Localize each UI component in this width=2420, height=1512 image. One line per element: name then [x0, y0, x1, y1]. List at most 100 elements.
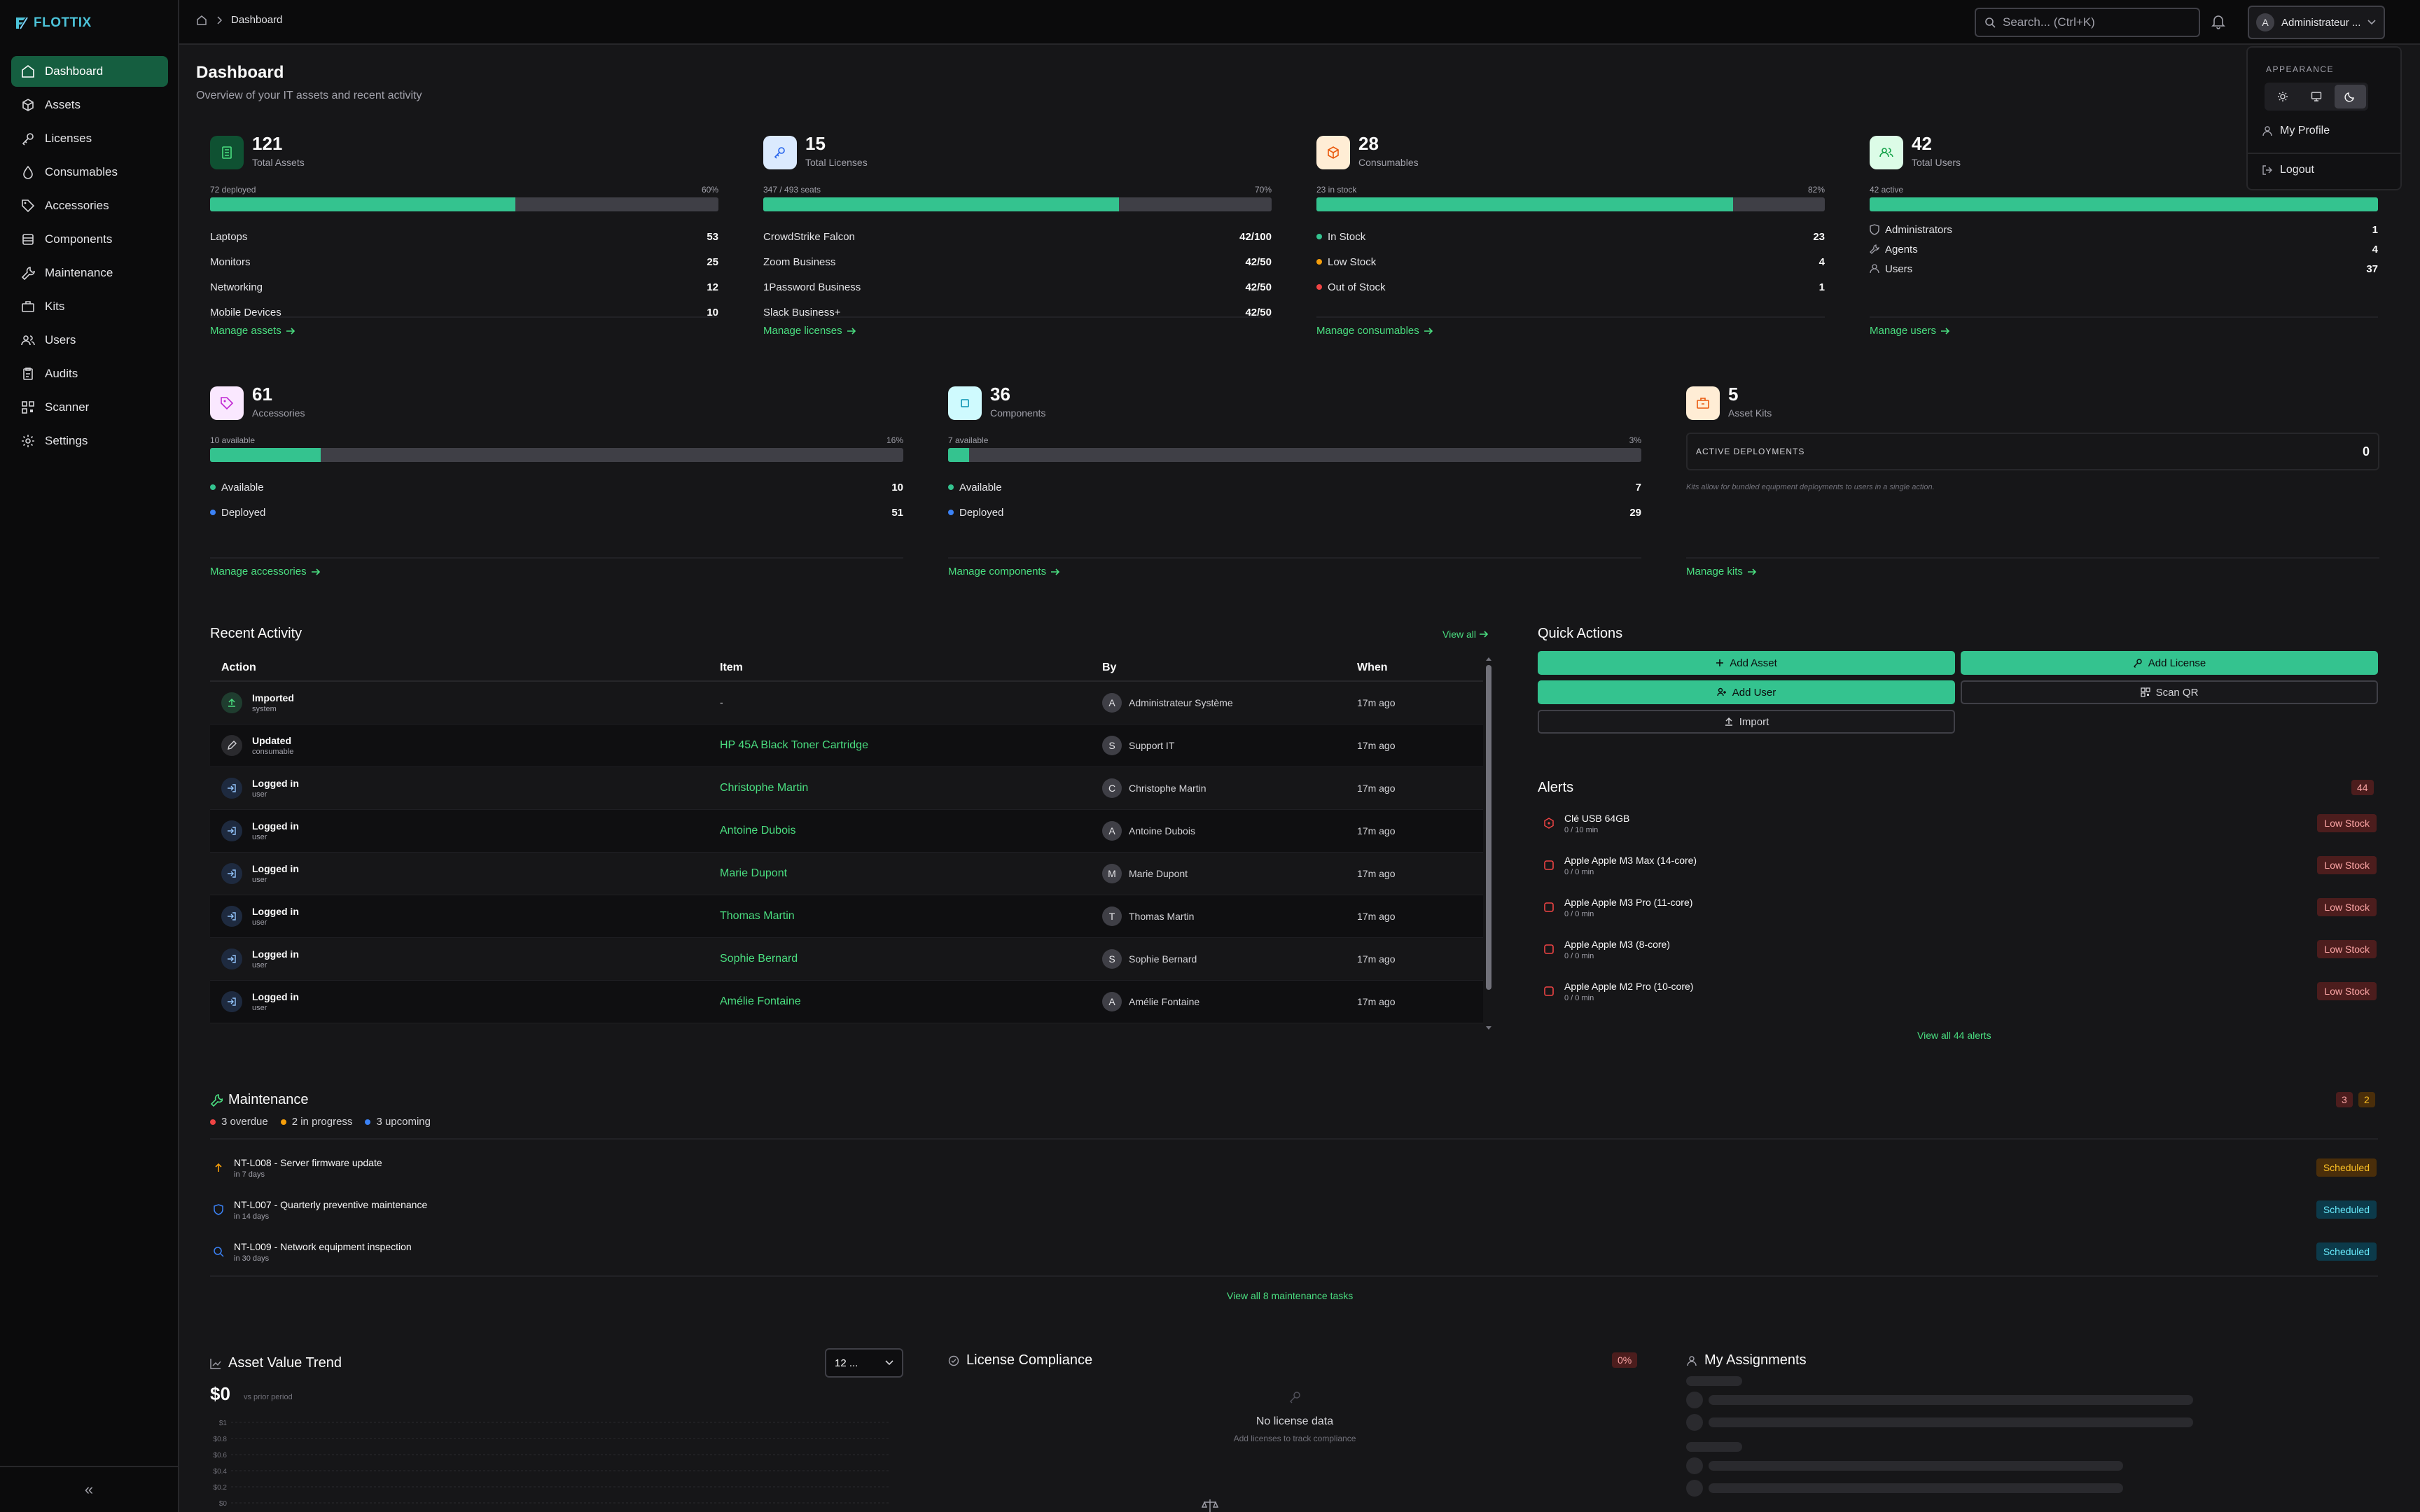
- add-license-button[interactable]: Add License: [1961, 651, 2378, 675]
- maintenance-item[interactable]: NT-L009 - Network equipment inspection in…: [210, 1231, 2377, 1273]
- manage-users-link[interactable]: Manage users: [1870, 325, 1950, 337]
- manage-accessories-link[interactable]: Manage accessories: [210, 566, 321, 578]
- sidebar-item-audits[interactable]: Audits: [11, 358, 168, 389]
- item-link[interactable]: Amélie Fontaine: [720, 995, 801, 1007]
- collapse-sidebar-button[interactable]: «: [0, 1466, 178, 1512]
- sidebar-item-settings[interactable]: Settings: [11, 426, 168, 456]
- item-link[interactable]: Marie Dupont: [720, 867, 787, 879]
- check-circle-icon: [948, 1355, 959, 1366]
- item-link[interactable]: Thomas Martin: [720, 910, 795, 922]
- in-progress-dot: [280, 1119, 286, 1125]
- item-link[interactable]: Antoine Dubois: [720, 825, 796, 836]
- row-value: 51: [891, 506, 903, 519]
- home-icon[interactable]: [196, 15, 207, 26]
- item-link[interactable]: HP 45A Black Toner Cartridge: [720, 739, 868, 751]
- accessories-count: 61: [252, 384, 272, 405]
- list-item: Deployed 51: [210, 500, 903, 525]
- list-item: Administrators 1: [1870, 220, 2378, 239]
- status-badge: Low Stock: [2317, 814, 2377, 832]
- sidebar-item-accessories[interactable]: Accessories: [11, 190, 168, 221]
- manage-components-link[interactable]: Manage components: [948, 566, 1060, 578]
- by-cell: A Amélie Fontaine: [1102, 992, 1357, 1011]
- skeleton-line: [1686, 1442, 1742, 1452]
- manage-consumables-link[interactable]: Manage consumables: [1316, 325, 1433, 337]
- by-cell: A Administrateur Système: [1102, 693, 1357, 713]
- alert-item[interactable]: Apple Apple M3 (8-core) 0 / 0 min Low Stoc…: [1538, 928, 2379, 970]
- list-item: 1Password Business 42/50: [763, 274, 1272, 300]
- sidebar-item-label: Accessories: [45, 199, 109, 212]
- user-icon: [1686, 1355, 1697, 1366]
- kits-note: Kits allow for bundled equipment deploym…: [1686, 483, 1935, 491]
- skeleton-avatar: [1686, 1392, 1703, 1408]
- consumables-bar-left: 23 in stock: [1316, 185, 1357, 195]
- y-tick-label: $1: [219, 1420, 228, 1427]
- users-label: Total Users: [1912, 157, 1961, 168]
- sidebar-item-assets[interactable]: Assets: [11, 90, 168, 120]
- add-user-button[interactable]: Add User: [1538, 680, 1955, 704]
- accessories-card: 61 Accessories 10 available 16% Available…: [210, 384, 903, 589]
- item-link[interactable]: Sophie Bernard: [720, 953, 798, 965]
- accessories-card-icon: [210, 386, 244, 420]
- row-label-group: Zoom Business: [763, 256, 835, 268]
- sidebar-item-dashboard[interactable]: Dashboard: [11, 56, 168, 87]
- alert-item[interactable]: Clé USB 64GB 0 / 10 min Low Stock: [1538, 802, 2379, 844]
- sidebar-item-scanner[interactable]: Scanner: [11, 392, 168, 423]
- manage-assets-link[interactable]: Manage assets: [210, 325, 295, 337]
- scan-qr-button[interactable]: Scan QR: [1961, 680, 2378, 704]
- app-logo[interactable]: FLOTTIX: [14, 15, 92, 31]
- sidebar-item-users[interactable]: Users: [11, 325, 168, 356]
- row-label-group: Laptops: [210, 231, 247, 243]
- bell-icon[interactable]: [2211, 14, 2225, 29]
- view-all-alerts-link[interactable]: View all 44 alerts: [1917, 1030, 1991, 1041]
- import-button[interactable]: Import: [1538, 710, 1955, 734]
- licenses-progress-fill: [763, 197, 1120, 211]
- sidebar-item-kits[interactable]: Kits: [11, 291, 168, 322]
- list-item: Zoom Business 42/50: [763, 249, 1272, 274]
- alert-stock: 0 / 0 min: [1564, 909, 1594, 918]
- maintenance-item[interactable]: NT-L008 - Server firmware update in 7 day…: [210, 1147, 2377, 1189]
- square-alert-icon: [1543, 944, 1555, 955]
- period-select[interactable]: 12 ...: [825, 1348, 903, 1378]
- alert-text: Clé USB 64GB 0 / 10 min: [1564, 813, 1629, 834]
- activity-scrollbar[interactable]: [1483, 655, 1494, 1033]
- theme-dark-button[interactable]: [2334, 85, 2366, 108]
- row-value: 12: [707, 281, 718, 293]
- sidebar-item-consumables[interactable]: Consumables: [11, 157, 168, 188]
- sidebar-item-licenses[interactable]: Licenses: [11, 123, 168, 154]
- sidebar-item-maintenance[interactable]: Maintenance: [11, 258, 168, 288]
- accessories-bar-meta: 10 available 16%: [210, 435, 903, 445]
- search-input[interactable]: Search... (Ctrl+K): [1975, 8, 2200, 37]
- list-item: Laptops 53: [210, 224, 718, 249]
- user-menu-button[interactable]: A Administrateur ...: [2248, 6, 2385, 39]
- maintenance-item[interactable]: NT-L007 - Quarterly preventive maintenan…: [210, 1189, 2377, 1231]
- alert-item[interactable]: Apple Apple M3 Pro (11-core) 0 / 0 min Low…: [1538, 886, 2379, 928]
- view-all-activity-link[interactable]: View all: [1442, 629, 1489, 640]
- action-cell: Logged in user: [210, 906, 720, 927]
- item-link[interactable]: Christophe Martin: [720, 782, 808, 794]
- avatar: M: [1102, 864, 1122, 883]
- row-label-group: Low Stock: [1316, 256, 1376, 268]
- manage-kits-link[interactable]: Manage kits: [1686, 566, 1757, 578]
- theme-light-button[interactable]: [2267, 85, 2298, 108]
- action-text: Updated consumable: [252, 735, 293, 756]
- consumables-count: 28: [1358, 133, 1379, 154]
- action-type: user: [252, 918, 267, 927]
- maintenance-text: NT-L007 - Quarterly preventive maintenan…: [234, 1199, 427, 1221]
- alert-item[interactable]: Apple Apple M2 Pro (10-core) 0 / 0 min Low…: [1538, 970, 2379, 1012]
- droplet-icon: [21, 165, 35, 179]
- manage-licenses-link[interactable]: Manage licenses: [763, 325, 856, 337]
- row-label: In Stock: [1328, 230, 1366, 243]
- view-all-maintenance-link[interactable]: View all 8 maintenance tasks: [1227, 1290, 1353, 1301]
- avatar: A: [1102, 821, 1122, 841]
- row-label-group: Available: [948, 482, 1002, 493]
- col-action: Action: [221, 662, 256, 673]
- chevron-right-icon: [216, 15, 223, 25]
- theme-system-button[interactable]: [2300, 85, 2332, 108]
- search-icon: [213, 1246, 224, 1257]
- in-progress-label: 2 in progress: [291, 1116, 353, 1128]
- arrow-right-icon: [1479, 630, 1489, 638]
- col-by: By: [1102, 662, 1117, 673]
- sidebar-item-components[interactable]: Components: [11, 224, 168, 255]
- add-asset-button[interactable]: Add Asset: [1538, 651, 1955, 675]
- alert-item[interactable]: Apple Apple M3 Max (14-core) 0 / 0 min Low…: [1538, 844, 2379, 886]
